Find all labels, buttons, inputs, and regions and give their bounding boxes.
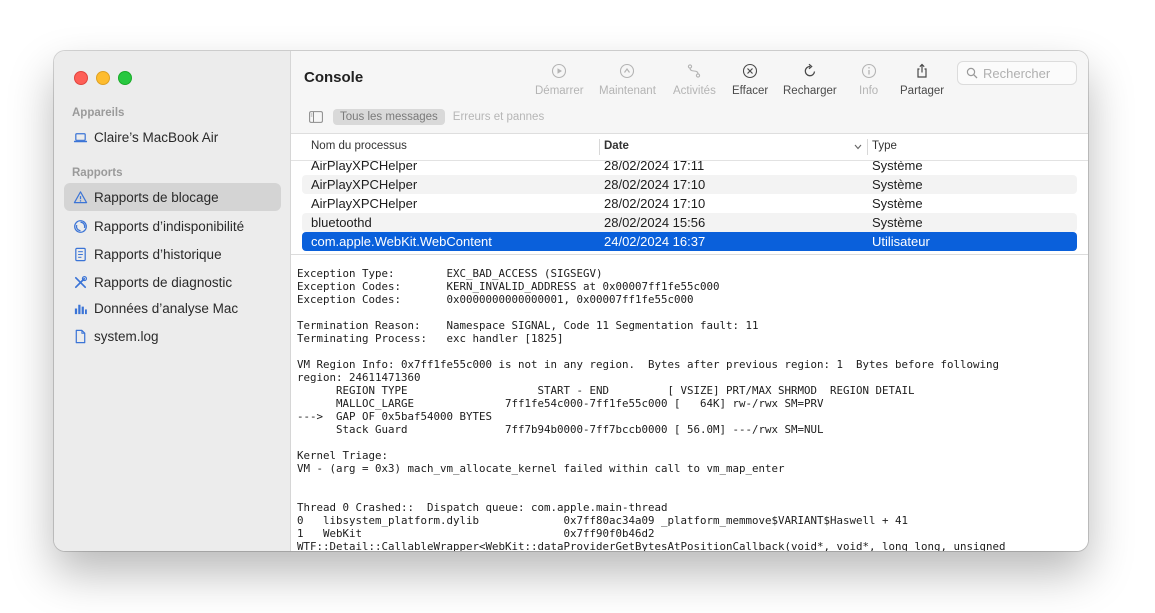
console-window: Appareils Claire’s MacBook Air Rapports … bbox=[54, 51, 1088, 551]
search-field[interactable] bbox=[957, 61, 1077, 85]
log-line: Exception Codes: KERN_INVALID_ADDRESS at… bbox=[297, 280, 720, 293]
filter-all-messages[interactable]: Tous les messages bbox=[333, 109, 445, 125]
start-button[interactable]: Démarrer bbox=[535, 63, 584, 97]
file-icon bbox=[72, 328, 88, 344]
document-icon bbox=[72, 246, 88, 262]
info-button[interactable]: Info bbox=[859, 63, 878, 97]
sidebar-item-label: Rapports d’historique bbox=[94, 246, 222, 262]
column-header-type[interactable]: Type bbox=[872, 140, 897, 152]
log-line: WTF::Detail::CallableWrapper<WebKit::dat… bbox=[297, 540, 1006, 551]
table-row[interactable]: AirPlayXPCHelper 28/02/2024 17:11 Systèm… bbox=[302, 161, 1077, 175]
table-header: Nom du processus Date Type bbox=[291, 134, 1088, 161]
sidebar-toggle-icon[interactable] bbox=[309, 111, 323, 123]
sidebar-item-system-log[interactable]: system.log bbox=[64, 322, 281, 350]
log-line: REGION TYPE START - END [ VSIZE] PRT/MAX… bbox=[297, 384, 915, 397]
reload-icon bbox=[804, 63, 815, 77]
hang-report-icon bbox=[72, 218, 88, 234]
log-line: VM - (arg = 0x3) mach_vm_allocate_kernel… bbox=[297, 462, 785, 475]
log-line: Exception Codes: 0x0000000000000001, 0x0… bbox=[297, 293, 694, 306]
column-divider[interactable] bbox=[867, 139, 868, 155]
sidebar-item-device[interactable]: Claire’s MacBook Air bbox=[64, 123, 281, 151]
share-button[interactable]: Partager bbox=[900, 63, 944, 97]
log-line: Stack Guard 7ff7b94b0000-7ff7bccb0000 [ … bbox=[297, 423, 824, 436]
sidebar-item-history-reports[interactable]: Rapports d’historique bbox=[64, 240, 281, 268]
sidebar-item-crash-reports[interactable]: Rapports de blocage bbox=[64, 183, 281, 211]
sidebar-item-analytics-data[interactable]: Données d’analyse Mac bbox=[64, 294, 281, 322]
window-controls bbox=[74, 71, 132, 85]
sort-chevron-down-icon[interactable] bbox=[854, 144, 862, 150]
zoom-button[interactable] bbox=[118, 71, 132, 85]
table-row-selected[interactable]: com.apple.WebKit.WebContent 24/02/2024 1… bbox=[302, 232, 1077, 251]
log-line: 0 libsystem_platform.dylib 0x7ff80ac34a0… bbox=[297, 514, 909, 527]
tools-icon bbox=[72, 274, 88, 290]
sidebar-item-label: Rapports d’indisponibilité bbox=[94, 218, 245, 234]
log-line: VM Region Info: 0x7ff1fe55c000 is not in… bbox=[297, 358, 1000, 371]
log-line: Termination Reason: Namespace SIGNAL, Co… bbox=[297, 319, 759, 332]
chart-icon bbox=[72, 300, 88, 316]
table-row[interactable]: bluetoothd 28/02/2024 15:56 Système bbox=[302, 213, 1077, 232]
clear-icon bbox=[743, 63, 758, 79]
column-header-date[interactable]: Date bbox=[604, 140, 629, 152]
table-row[interactable]: AirPlayXPCHelper 28/02/2024 17:10 Systèm… bbox=[302, 175, 1077, 194]
table-row[interactable]: AirPlayXPCHelper 28/02/2024 17:10 Systèm… bbox=[302, 194, 1077, 213]
toolbar: Console Démarrer Maintenant Activités Ef… bbox=[291, 51, 1088, 134]
log-line: Thread 0 Crashed:: Dispatch queue: com.a… bbox=[297, 501, 668, 514]
now-button[interactable]: Maintenant bbox=[599, 63, 656, 97]
column-header-process[interactable]: Nom du processus bbox=[311, 140, 407, 152]
play-icon bbox=[552, 63, 567, 79]
sidebar-item-label: Rapports de diagnostic bbox=[94, 274, 233, 290]
devices-section-label: Appareils bbox=[72, 107, 125, 119]
search-icon bbox=[966, 67, 978, 79]
window-title: Console bbox=[304, 69, 364, 86]
column-divider[interactable] bbox=[599, 139, 600, 155]
minimize-button[interactable] bbox=[96, 71, 110, 85]
reports-section-label: Rapports bbox=[72, 167, 123, 179]
close-button[interactable] bbox=[74, 71, 88, 85]
main-panel: Console Démarrer Maintenant Activités Ef… bbox=[291, 51, 1088, 551]
clear-button[interactable]: Effacer bbox=[732, 63, 768, 97]
reports-table: AirPlayXPCHelper 28/02/2024 17:11 Systèm… bbox=[291, 161, 1088, 255]
sidebar-item-label: Rapports de blocage bbox=[94, 189, 219, 205]
share-icon bbox=[917, 63, 927, 78]
info-icon bbox=[861, 63, 876, 79]
log-line: Kernel Triage: bbox=[297, 449, 389, 462]
reload-button[interactable]: Recharger bbox=[783, 63, 837, 97]
sidebar-item-label: Données d’analyse Mac bbox=[94, 300, 239, 316]
laptop-icon bbox=[72, 129, 88, 145]
log-line: 1 WebKit 0x7ff90f0b46d2 bbox=[297, 527, 655, 540]
filter-errors[interactable]: Erreurs et pannes bbox=[453, 111, 544, 123]
sidebar-item-label: system.log bbox=[94, 328, 159, 344]
crash-report-text[interactable]: Exception Type: EXC_BAD_ACCESS (SIGSEGV)… bbox=[297, 267, 1084, 551]
activities-icon bbox=[688, 64, 701, 78]
warning-triangle-icon bbox=[72, 189, 88, 205]
activities-button[interactable]: Activités bbox=[673, 63, 716, 97]
sidebar-item-diagnostic-reports[interactable]: Rapports de diagnostic bbox=[64, 268, 281, 296]
filter-bar: Tous les messages Erreurs et pannes bbox=[291, 107, 1088, 127]
log-line: MALLOC_LARGE 7ff1fe54c000-7ff1fe55c000 [… bbox=[297, 397, 824, 410]
log-line: region: 24611471360 bbox=[297, 371, 421, 384]
log-line: Exception Type: EXC_BAD_ACCESS (SIGSEGV) bbox=[297, 267, 603, 280]
now-icon bbox=[620, 63, 635, 79]
log-line: Terminating Process: exc handler [1825] bbox=[297, 332, 564, 345]
search-input[interactable] bbox=[983, 65, 1073, 81]
sidebar-item-hang-reports[interactable]: Rapports d’indisponibilité bbox=[64, 212, 281, 240]
sidebar: Appareils Claire’s MacBook Air Rapports … bbox=[54, 51, 291, 551]
device-name: Claire’s MacBook Air bbox=[94, 129, 219, 145]
log-line: ---> GAP OF 0x5baf54000 BYTES bbox=[297, 410, 493, 423]
